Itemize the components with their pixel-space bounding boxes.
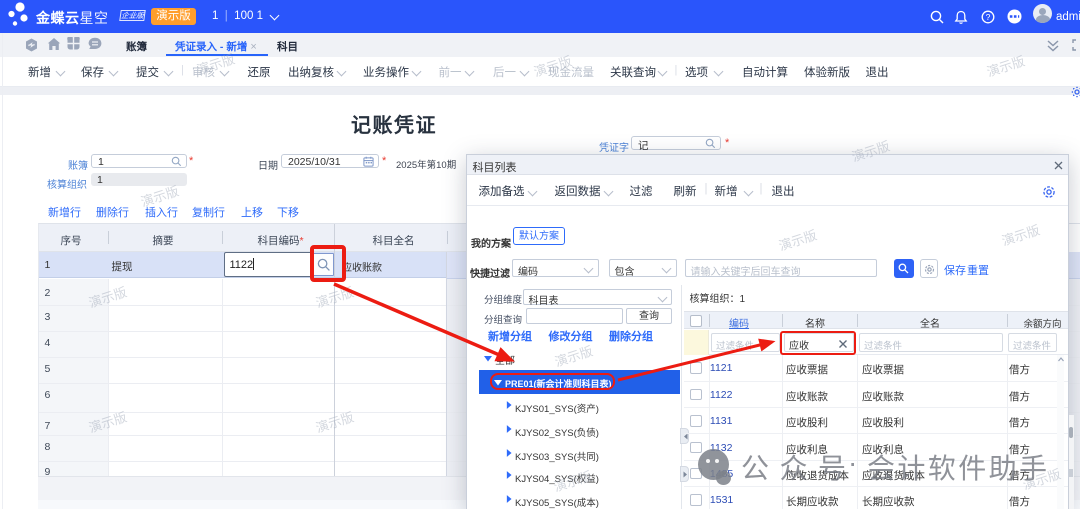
svg-text:?: ? [986,12,991,22]
